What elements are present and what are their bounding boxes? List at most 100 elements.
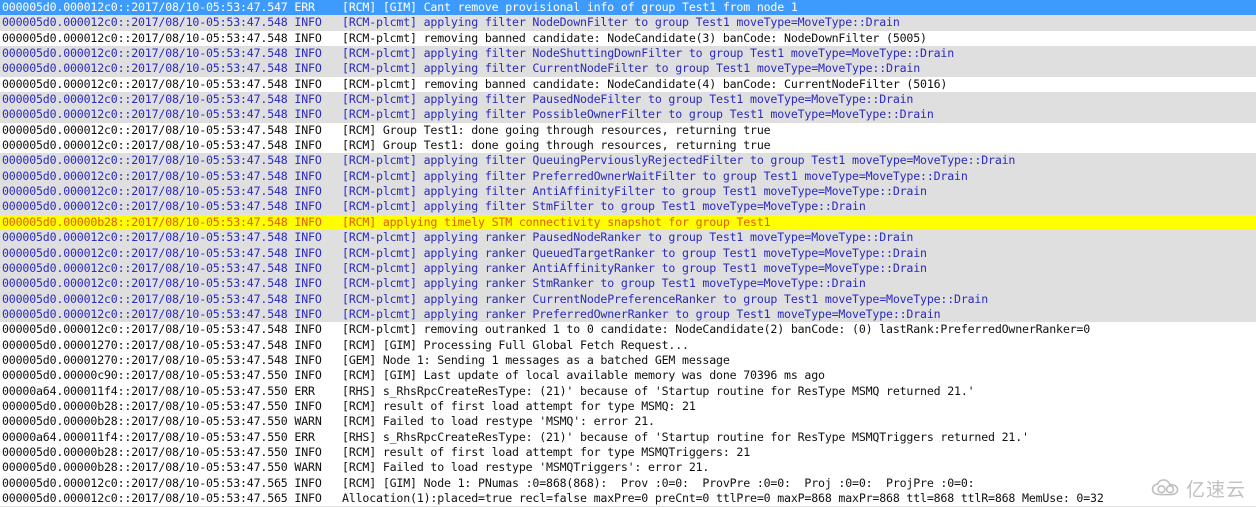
- log-row[interactable]: 000005d0.000012c0::2017/08/10-05:53:47.5…: [0, 153, 1256, 169]
- log-message: [RCM-plcmt] applying filter PausedNodeFi…: [342, 92, 914, 107]
- log-level: INFO: [294, 199, 322, 214]
- log-message: [GEM] Node 1: Sending 1 messages as a ba…: [342, 352, 730, 367]
- log-gap: [322, 399, 342, 413]
- log-row[interactable]: 000005d0.000012c0::2017/08/10-05:53:47.5…: [0, 15, 1256, 31]
- log-row[interactable]: 000005d0.000012c0::2017/08/10-05:53:47.5…: [0, 322, 1256, 338]
- log-timestamp: 000005d0.000012c0::2017/08/10-05:53:47.5…: [2, 245, 288, 260]
- log-level: INFO: [294, 15, 322, 30]
- log-level: INFO: [294, 30, 322, 45]
- log-row[interactable]: 000005d0.00001270::2017/08/10-05:53:47.5…: [0, 337, 1256, 353]
- log-row[interactable]: 000005d0.000012c0::2017/08/10-05:53:47.5…: [0, 0, 1256, 16]
- log-level: WARN: [294, 414, 322, 429]
- log-timestamp: 000005d0.000012c0::2017/08/10-05:53:47.5…: [2, 322, 288, 337]
- log-message: [RCM-plcmt] applying filter NodeShutting…: [342, 46, 955, 61]
- log-row[interactable]: 000005d0.000012c0::2017/08/10-05:53:47.5…: [0, 168, 1256, 185]
- log-timestamp: 000005d0.000012c0::2017/08/10-05:53:47.5…: [2, 76, 288, 91]
- log-row[interactable]: 000005d0.00000b28::2017/08/10-05:53:47.5…: [0, 444, 1256, 461]
- log-level: INFO: [294, 337, 322, 352]
- log-row[interactable]: 000005d0.000012c0::2017/08/10-05:53:47.5…: [0, 184, 1256, 200]
- log-timestamp: 000005d0.000012c0::2017/08/10-05:53:47.5…: [2, 107, 288, 122]
- log-timestamp: 000005d0.000012c0::2017/08/10-05:53:47.5…: [2, 138, 288, 153]
- log-row[interactable]: 000005d0.00000b28::2017/08/10-05:53:47.5…: [0, 414, 1256, 430]
- log-message: [RCM-plcmt] removing banned candidate: N…: [342, 76, 948, 91]
- log-viewer[interactable]: 000005d0.000012c0::2017/08/10-05:53:47.5…: [0, 0, 1256, 507]
- log-timestamp: 000005d0.000012c0::2017/08/10-05:53:47.5…: [2, 230, 288, 245]
- log-gap: [322, 92, 342, 106]
- log-gap: [322, 77, 342, 91]
- log-row-list[interactable]: 000005d0.000012c0::2017/08/10-05:53:47.5…: [0, 0, 1256, 507]
- log-row[interactable]: 000005d0.00000b28::2017/08/10-05:53:47.5…: [0, 214, 1256, 231]
- log-row[interactable]: 000005d0.000012c0::2017/08/10-05:53:47.5…: [0, 30, 1256, 47]
- log-level: INFO: [294, 46, 322, 61]
- log-row[interactable]: 000005d0.000012c0::2017/08/10-05:53:47.5…: [0, 291, 1256, 307]
- log-message: [RCM-plcmt] removing banned candidate: N…: [342, 30, 927, 45]
- log-message: [RCM] result of first load attempt for t…: [342, 398, 696, 413]
- log-gap: [322, 61, 342, 75]
- log-timestamp: 000005d0.00000b28::2017/08/10-05:53:47.5…: [2, 460, 288, 475]
- log-gap: [322, 384, 342, 398]
- log-gap: [322, 123, 342, 137]
- log-timestamp: 000005d0.00000b28::2017/08/10-05:53:47.5…: [2, 444, 288, 459]
- log-row[interactable]: 000005d0.000012c0::2017/08/10-05:53:47.5…: [0, 199, 1256, 215]
- log-row[interactable]: 000005d0.00000c90::2017/08/10-05:53:47.5…: [0, 368, 1256, 384]
- log-message: [RCM] applying timely STM connectivity s…: [342, 214, 771, 229]
- log-row[interactable]: 000005d0.000012c0::2017/08/10-05:53:47.5…: [0, 230, 1256, 246]
- log-level: INFO: [294, 352, 322, 367]
- log-message: [RCM] [GIM] Processing Full Global Fetch…: [342, 337, 689, 352]
- log-gap: [322, 476, 342, 490]
- log-level: INFO: [294, 138, 322, 153]
- log-timestamp: 000005d0.000012c0::2017/08/10-05:53:47.5…: [2, 30, 288, 45]
- log-level: INFO: [294, 398, 322, 413]
- log-gap: [322, 414, 342, 428]
- log-gap: [322, 31, 342, 45]
- log-row[interactable]: 000005d0.00000b28::2017/08/10-05:53:47.5…: [0, 460, 1256, 476]
- log-row[interactable]: 000005d0.000012c0::2017/08/10-05:53:47.5…: [0, 61, 1256, 77]
- log-row[interactable]: 000005d0.000012c0::2017/08/10-05:53:47.5…: [0, 475, 1256, 491]
- log-gap: [322, 46, 342, 60]
- log-level: INFO: [294, 444, 322, 459]
- log-level: INFO: [294, 368, 322, 383]
- log-timestamp: 000005d0.00000c90::2017/08/10-05:53:47.5…: [2, 368, 288, 383]
- log-timestamp: 000005d0.000012c0::2017/08/10-05:53:47.5…: [2, 291, 288, 306]
- log-timestamp: 000005d0.00000b28::2017/08/10-05:53:47.5…: [2, 398, 288, 413]
- log-gap: [322, 246, 342, 260]
- log-row[interactable]: 000005d0.000012c0::2017/08/10-05:53:47.5…: [0, 276, 1256, 292]
- log-row[interactable]: 00000a64.000011f4::2017/08/10-05:53:47.5…: [0, 429, 1256, 445]
- log-row[interactable]: 000005d0.000012c0::2017/08/10-05:53:47.5…: [0, 260, 1256, 277]
- log-message: [RCM] Failed to load restype 'MSMQTrigge…: [342, 460, 710, 475]
- log-row[interactable]: 00000a64.000011f4::2017/08/10-05:53:47.5…: [0, 383, 1256, 399]
- log-gap: [322, 184, 342, 198]
- log-row[interactable]: 000005d0.00001270::2017/08/10-05:53:47.5…: [0, 352, 1256, 369]
- log-message: [RCM-plcmt] applying filter NodeDownFilt…: [342, 15, 900, 30]
- log-row[interactable]: 000005d0.000012c0::2017/08/10-05:53:47.5…: [0, 92, 1256, 108]
- log-gap: [322, 230, 342, 244]
- log-message: [RCM] result of first load attempt for t…: [342, 444, 751, 459]
- log-level: WARN: [294, 460, 322, 475]
- log-row[interactable]: 000005d0.000012c0::2017/08/10-05:53:47.5…: [0, 306, 1256, 323]
- log-message: [RCM-plcmt] applying filter PossibleOwne…: [342, 107, 934, 122]
- log-gap: [322, 460, 342, 474]
- log-row[interactable]: 000005d0.000012c0::2017/08/10-05:53:47.5…: [0, 491, 1256, 507]
- log-level: INFO: [294, 276, 322, 291]
- log-row[interactable]: 000005d0.000012c0::2017/08/10-05:53:47.5…: [0, 107, 1256, 123]
- log-timestamp: 000005d0.000012c0::2017/08/10-05:53:47.5…: [2, 184, 288, 199]
- log-row[interactable]: 000005d0.000012c0::2017/08/10-05:53:47.5…: [0, 245, 1256, 261]
- log-timestamp: 000005d0.000012c0::2017/08/10-05:53:47.5…: [2, 153, 288, 168]
- log-message: [RCM-plcmt] applying ranker PreferredOwn…: [342, 306, 941, 321]
- log-gap: [322, 322, 342, 336]
- log-level: INFO: [294, 245, 322, 260]
- log-row[interactable]: 000005d0.000012c0::2017/08/10-05:53:47.5…: [0, 76, 1256, 93]
- log-gap: [322, 430, 342, 444]
- log-gap: [322, 491, 342, 505]
- log-timestamp: 000005d0.000012c0::2017/08/10-05:53:47.5…: [2, 61, 288, 76]
- log-level: ERR: [294, 429, 322, 444]
- log-row[interactable]: 000005d0.000012c0::2017/08/10-05:53:47.5…: [0, 46, 1256, 62]
- log-message: Allocation(1):placed=true recl=false max…: [342, 491, 1104, 505]
- log-row[interactable]: 000005d0.000012c0::2017/08/10-05:53:47.5…: [0, 138, 1256, 154]
- log-row[interactable]: 000005d0.00000b28::2017/08/10-05:53:47.5…: [0, 398, 1256, 415]
- log-message: [RCM-plcmt] applying ranker AntiAffinity…: [342, 260, 927, 275]
- log-timestamp: 000005d0.000012c0::2017/08/10-05:53:47.5…: [2, 0, 288, 14]
- log-message: [RCM-plcmt] removing outranked 1 to 0 ca…: [342, 322, 1091, 337]
- log-row[interactable]: 000005d0.000012c0::2017/08/10-05:53:47.5…: [0, 122, 1256, 139]
- log-timestamp: 000005d0.000012c0::2017/08/10-05:53:47.5…: [2, 276, 288, 291]
